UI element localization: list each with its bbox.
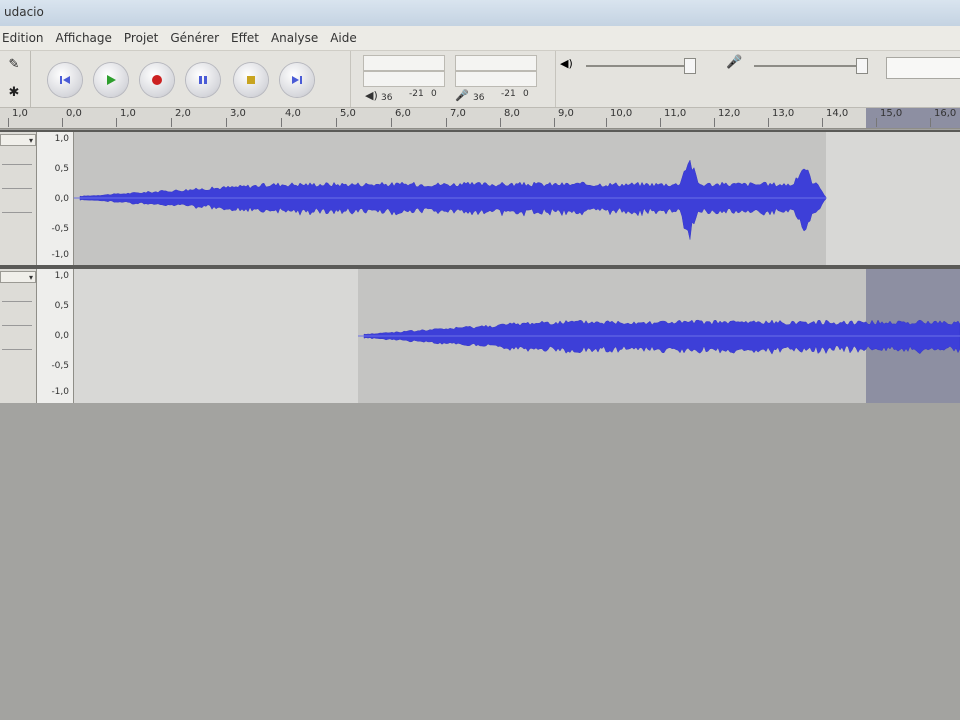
scale-label: -1,0 (51, 250, 69, 260)
track-1-controls: ▾ (0, 132, 37, 265)
audio-track-1: ▾ 1,0 0,5 0,0 -0,5 -1,0 (0, 130, 960, 267)
ruler-tick: 10,0 (605, 108, 633, 127)
output-meter-left (363, 55, 445, 71)
input-volume-slider[interactable] (856, 58, 868, 74)
scale-label: 0,0 (54, 331, 69, 341)
tools-panel: ✎ ✱ (0, 51, 31, 107)
scale-label: -0,5 (51, 224, 69, 234)
scale-label: 0,5 (54, 301, 69, 311)
speaker-icon: ◀) (365, 89, 378, 102)
draw-tool-icon[interactable]: ✎ (4, 55, 24, 75)
skip-end-icon (292, 76, 302, 84)
ruler-tick: 15,0 (875, 108, 903, 127)
output-volume-slider[interactable] (684, 58, 696, 74)
track-1-mute-solo[interactable] (2, 156, 32, 165)
microphone-icon: 🎤 (455, 89, 469, 102)
ruler-tick: 13,0 (767, 108, 795, 127)
input-zero-label: 0 (523, 89, 529, 99)
output-volume-icon: ◀) (560, 57, 573, 70)
ruler-tick: 2,0 (171, 108, 191, 127)
play-button[interactable] (94, 63, 128, 97)
menu-bar: Edition Affichage Projet Générer Effet A… (0, 26, 960, 51)
output-zero-label: 0 (431, 89, 437, 99)
menu-generer[interactable]: Générer (164, 31, 225, 45)
input-db-label: -21 (501, 89, 516, 99)
scale-label: -1,0 (51, 387, 69, 397)
skip-start-button[interactable] (48, 63, 82, 97)
track-1-name-button[interactable]: ▾ (0, 134, 36, 146)
pause-icon (199, 76, 207, 84)
output-volume-track (586, 65, 696, 67)
scale-label: 1,0 (54, 271, 69, 281)
input-volume-icon: 🎤 (726, 55, 743, 70)
menu-aide[interactable]: Aide (324, 31, 363, 45)
menu-analyse[interactable]: Analyse (265, 31, 324, 45)
audio-track-2: ▾ 1,0 0,5 0,0 -0,5 -1,0 (0, 267, 960, 405)
ruler-tick: 1,0 (8, 108, 28, 127)
skip-start-icon (60, 76, 70, 84)
input-source-select[interactable] (886, 57, 960, 79)
ruler-tick: 12,0 (713, 108, 741, 127)
track-2-mute-solo[interactable] (2, 293, 32, 302)
dropdown-arrow-icon: ▾ (28, 273, 33, 282)
menu-effet[interactable]: Effet (225, 31, 265, 45)
window-title: udacio (4, 5, 44, 19)
pause-button[interactable] (186, 63, 220, 97)
dropdown-arrow-icon: ▾ (28, 136, 33, 145)
mixer-toolbar: ◀) 🎤 (555, 51, 886, 107)
ruler-tick: 9,0 (554, 108, 574, 127)
ruler-tick: 6,0 (391, 108, 411, 127)
record-button[interactable] (140, 63, 174, 97)
skip-end-button[interactable] (280, 63, 314, 97)
play-icon (107, 75, 116, 85)
multi-tool-icon[interactable]: ✱ (4, 83, 24, 103)
menu-affichage[interactable]: Affichage (50, 31, 118, 45)
track-1-amplitude-scale: 1,0 0,5 0,0 -0,5 -1,0 (37, 132, 74, 265)
track-1-waveform[interactable] (74, 132, 960, 265)
level-meters: ◀) 36 -21 0 🎤 36 -21 0 (350, 51, 551, 107)
track-2-pan[interactable] (2, 341, 32, 350)
input-volume-track (754, 65, 864, 67)
scale-label: 0,0 (54, 194, 69, 204)
ruler-tick: 7,0 (446, 108, 466, 127)
toolbar: ✎ ✱ ◀) 36 -21 0 🎤 36 -21 0 ◀) 🎤 (0, 51, 960, 108)
track-2-name-button[interactable]: ▾ (0, 271, 36, 283)
ruler-tick: 3,0 (226, 108, 246, 127)
timeline-ruler[interactable]: 1,0 0,0 1,0 2,0 3,0 4,0 5,0 6,0 7,0 8,0 … (0, 108, 960, 129)
output-meter-label: 36 (381, 93, 393, 103)
empty-project-area[interactable] (0, 403, 960, 720)
track-2-gain[interactable] (2, 317, 32, 326)
scale-label: 1,0 (54, 134, 69, 144)
menu-projet[interactable]: Projet (118, 31, 164, 45)
scale-label: 0,5 (54, 164, 69, 174)
ruler-tick: 11,0 (659, 108, 687, 127)
track-1-gain[interactable] (2, 180, 32, 189)
track-2-waveform-area[interactable] (74, 269, 960, 403)
ruler-tick: 5,0 (336, 108, 356, 127)
input-meter-label: 36 (473, 93, 485, 103)
input-meter-left (455, 55, 537, 71)
ruler-tick: 8,0 (500, 108, 520, 127)
record-icon (152, 75, 162, 85)
track-1-waveform-area[interactable] (74, 132, 960, 265)
stop-icon (247, 76, 255, 84)
input-meter-right (455, 71, 537, 87)
ruler-tick: 1,0 (116, 108, 136, 127)
ruler-tick: 16,0 (929, 108, 957, 127)
menu-edition[interactable]: Edition (0, 31, 50, 45)
stop-button[interactable] (234, 63, 268, 97)
track-1-pan[interactable] (2, 204, 32, 213)
track-2-controls: ▾ (0, 269, 37, 403)
track-2-waveform[interactable] (74, 269, 960, 403)
output-db-label: -21 (409, 89, 424, 99)
ruler-tick: 4,0 (281, 108, 301, 127)
ruler-tick: 14,0 (821, 108, 849, 127)
scale-label: -0,5 (51, 361, 69, 371)
window-titlebar: udacio (0, 0, 960, 27)
output-meter-right (363, 71, 445, 87)
track-2-amplitude-scale: 1,0 0,5 0,0 -0,5 -1,0 (37, 269, 74, 403)
ruler-tick: 0,0 (62, 108, 82, 127)
